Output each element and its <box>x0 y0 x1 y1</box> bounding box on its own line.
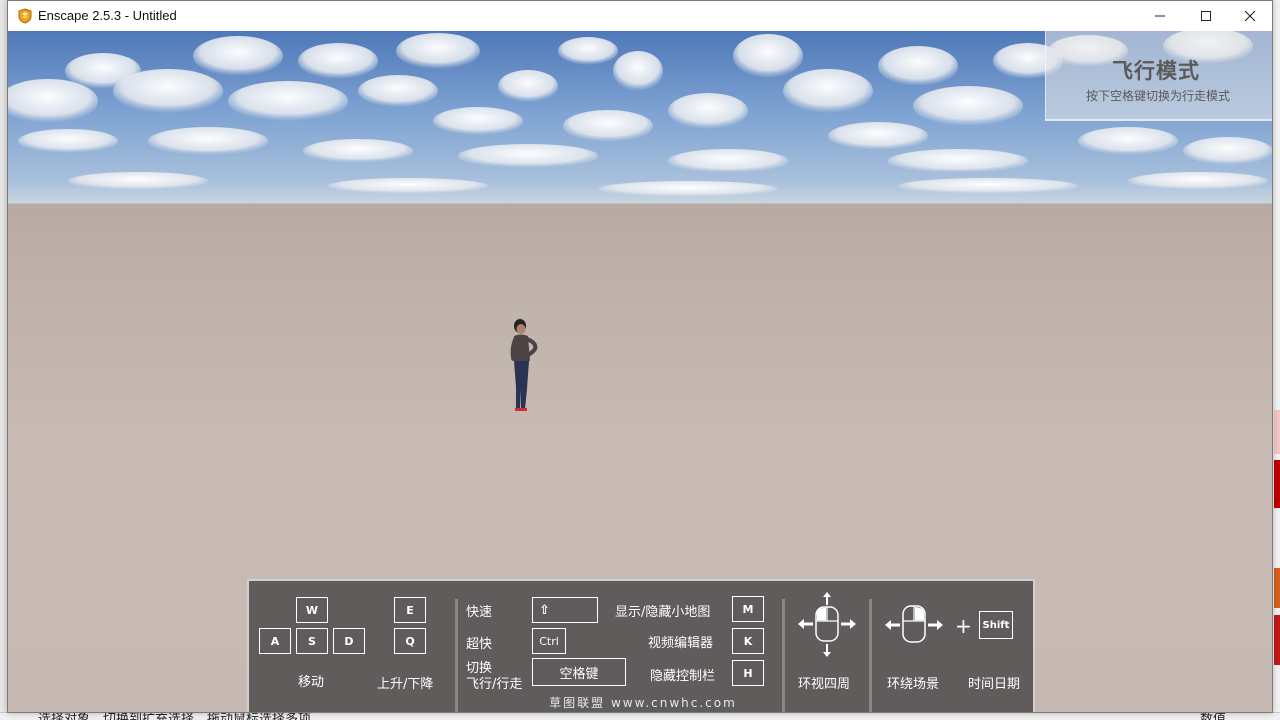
host-app-right-edge <box>1272 0 1280 720</box>
key-q: Q <box>394 628 426 654</box>
navigation-mode-panel: 飞行模式 按下空格键切换为行走模式 <box>1045 31 1272 121</box>
screen: 选择对象。切换到扩充选择。拖动鼠标选择多项。 数值 Enscape 2.5.3 … <box>0 0 1280 720</box>
maximize-button[interactable] <box>1183 1 1229 31</box>
host-status-bar: 选择对象。切换到扩充选择。拖动鼠标选择多项。 数值 <box>0 712 1280 720</box>
mode-hint: 按下空格键切换为行走模式 <box>1085 89 1230 103</box>
fast-label: 快速 <box>466 605 493 620</box>
host-swatch <box>1274 568 1280 608</box>
key-space: 空格键 <box>532 658 626 686</box>
hide-bar-label: 隐藏控制栏 <box>650 669 716 684</box>
host-swatch <box>1274 410 1280 454</box>
key-m: M <box>732 596 764 622</box>
key-shift: Shift <box>979 611 1013 639</box>
look-around-label: 环视四周 <box>798 677 851 692</box>
watermark-text: 草图联盟 www.cnwhc.com <box>549 696 737 710</box>
key-ctrl: Ctrl <box>532 628 566 654</box>
key-shift-arrow: ⇧ <box>532 597 598 623</box>
time-date-label: 时间日期 <box>968 677 1021 692</box>
person-figure <box>510 319 538 411</box>
superfast-label: 超快 <box>466 637 493 652</box>
host-status-value: 数值 <box>1200 712 1227 720</box>
video-editor-label: 视频编辑器 <box>648 636 714 651</box>
key-k: K <box>732 628 764 654</box>
key-d: D <box>333 628 365 654</box>
minimize-icon <box>1155 15 1165 17</box>
mode-title: 飞行模式 <box>1112 59 1200 83</box>
mouse-orbit-icon <box>885 605 943 643</box>
move-label: 移动 <box>298 675 325 690</box>
minimap-label: 显示/隐藏小地图 <box>615 605 711 620</box>
key-e: E <box>394 597 426 623</box>
plus-sign: + <box>955 614 972 638</box>
minimize-button[interactable] <box>1137 1 1183 31</box>
maximize-icon <box>1201 11 1211 21</box>
mouse-look-icon <box>798 592 856 657</box>
updown-label: 上升/下降 <box>377 677 434 692</box>
window-title: Enscape 2.5.3 - Untitled <box>38 8 177 23</box>
enscape-window: Enscape 2.5.3 - Untitled 飞行模式 按下空格键切换为行走… <box>7 0 1273 713</box>
close-icon <box>1244 10 1256 22</box>
orbit-label: 环绕场景 <box>887 677 940 692</box>
render-viewport[interactable]: 飞行模式 按下空格键切换为行走模式 W A S D 移动 E Q 上升/下降 快… <box>8 31 1272 712</box>
key-w: W <box>296 597 328 623</box>
key-h: H <box>732 660 764 686</box>
enscape-logo-icon <box>18 8 32 24</box>
key-s: S <box>296 628 328 654</box>
close-button[interactable] <box>1227 1 1272 31</box>
key-a: A <box>259 628 291 654</box>
host-swatch <box>1274 615 1280 665</box>
toggle-label-line2: 飞行/行走 <box>466 677 523 692</box>
host-swatch <box>1274 460 1280 508</box>
title-bar[interactable]: Enscape 2.5.3 - Untitled <box>8 1 1272 31</box>
host-status-text: 选择对象。切换到扩充选择。拖动鼠标选择多项。 <box>38 712 325 720</box>
controls-help-bar[interactable]: W A S D 移动 E Q 上升/下降 快速 ⇧ 超快 Ctrl 切换 飞行/… <box>247 579 1035 712</box>
